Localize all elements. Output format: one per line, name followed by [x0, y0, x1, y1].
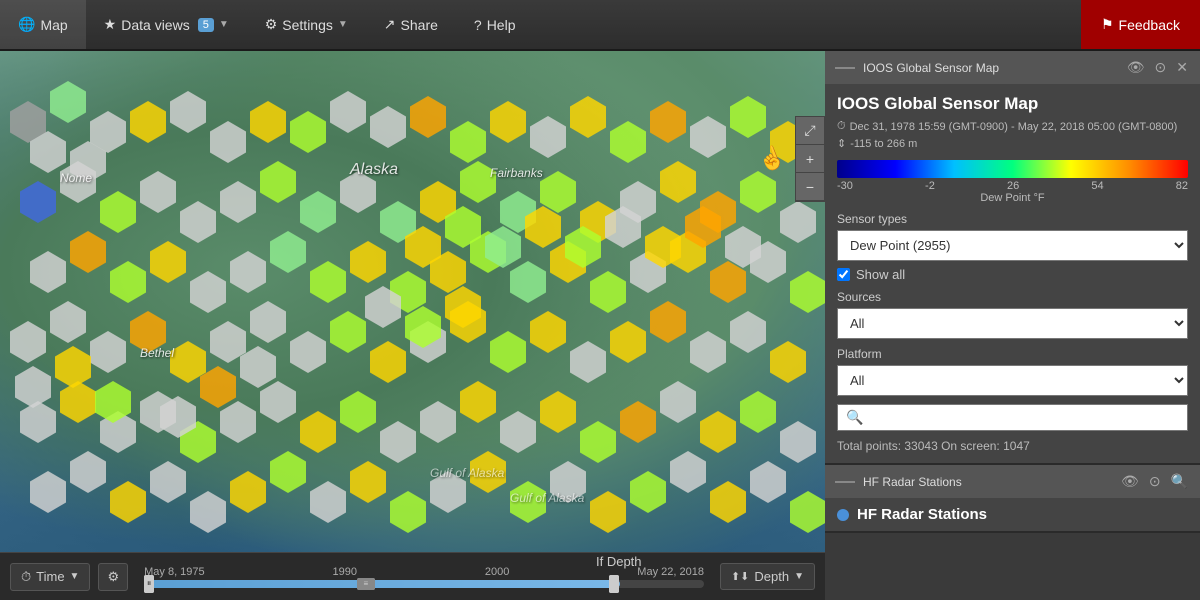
- time-button[interactable]: ⏱ Time ▼: [10, 563, 90, 591]
- eye-icon[interactable]: 👁: [1125, 59, 1147, 76]
- timeline-center-handle[interactable]: ≡: [357, 578, 375, 590]
- timeline-thumb-left[interactable]: ⏸: [144, 575, 154, 593]
- nav-data-views[interactable]: ★ Data views 5 ▼: [86, 0, 247, 49]
- scale-label-4: 82: [1176, 180, 1188, 192]
- clock-meta-icon: ⏱: [837, 120, 846, 133]
- timeline-control: May 8, 1975 1990 2000 May 22, 2018 ⏸ ≡: [144, 566, 704, 588]
- nav-share-label: Share: [401, 17, 438, 33]
- total-points: Total points: 33043 On screen: 1047: [837, 439, 1188, 453]
- right-panel: IOOS Global Sensor Map 👁 ⊙ ✕ IOOS Global…: [825, 51, 1200, 600]
- zoom-to-icon[interactable]: ⊙: [1153, 59, 1169, 76]
- timeline-mid2: 2000: [485, 566, 509, 578]
- scale-label-2: 26: [1007, 180, 1019, 192]
- range-icon: ⇕: [837, 137, 846, 150]
- data-views-badge: 5: [198, 18, 214, 32]
- ioos-date-range: ⏱ Dec 31, 1978 15:59 (GMT-0900) - May 22…: [837, 120, 1188, 133]
- ioos-layer-header[interactable]: IOOS Global Sensor Map 👁 ⊙ ✕: [825, 51, 1200, 84]
- search-bar[interactable]: 🔍: [837, 404, 1188, 431]
- search-input[interactable]: [869, 410, 1179, 425]
- settings-chevron: ▼: [338, 19, 348, 30]
- show-all-checkbox[interactable]: [837, 268, 850, 281]
- color-scale-title: Dew Point °F: [837, 192, 1188, 204]
- collapse-dash: [835, 67, 855, 69]
- nav-help[interactable]: ? Help: [456, 0, 534, 49]
- depth-icon: ⬆⬇: [731, 570, 749, 583]
- help-icon: ?: [474, 17, 482, 33]
- scale-label-1: -2: [925, 180, 935, 192]
- globe-icon: 🌐: [18, 16, 35, 33]
- hf-radar-card: HF Radar Stations 👁 ⊙ 🔍 HF Radar Station…: [825, 465, 1200, 533]
- search-icon: 🔍: [846, 409, 863, 426]
- map-background: [0, 51, 825, 600]
- timeline-thumb-right[interactable]: [609, 575, 619, 593]
- nav-map-label: Map: [40, 17, 67, 33]
- hf-dot: [837, 509, 849, 521]
- zoom-in-button[interactable]: +: [796, 145, 824, 173]
- expand-button[interactable]: ⤢: [796, 117, 824, 145]
- hf-eye-icon[interactable]: 👁: [1119, 473, 1141, 490]
- color-scale-labels: -30 -2 26 54 82: [837, 180, 1188, 192]
- ioos-header-label: IOOS Global Sensor Map: [863, 61, 1117, 75]
- share-icon: ↗: [384, 16, 396, 33]
- color-scale-bar: [837, 160, 1188, 178]
- flag-icon: ⚑: [1101, 16, 1114, 33]
- scale-label-3: 54: [1091, 180, 1103, 192]
- hf-header-label: HF Radar Stations: [863, 475, 1111, 489]
- nav-settings-label: Settings: [282, 17, 333, 33]
- show-all-checkbox-row: Show all: [837, 267, 1188, 282]
- timeline-labels: May 8, 1975 1990 2000 May 22, 2018: [144, 566, 704, 578]
- ioos-main-title: IOOS Global Sensor Map: [837, 94, 1188, 114]
- depth-chevron: ▼: [794, 571, 804, 582]
- depth-button[interactable]: ⬆⬇ Depth ▼: [720, 563, 815, 590]
- ioos-layer-body: IOOS Global Sensor Map ⏱ Dec 31, 1978 15…: [825, 84, 1200, 463]
- platform-select[interactable]: All: [837, 365, 1188, 396]
- hf-action-icons: 👁 ⊙ 🔍: [1119, 473, 1190, 490]
- map-container[interactable]: Alaska Fairbanks Nome Bethel Gulf of Ala…: [0, 51, 825, 600]
- nav-map[interactable]: 🌐 Map: [0, 0, 86, 49]
- nav-data-views-label: Data views: [121, 17, 189, 33]
- layer-action-icons: 👁 ⊙ ✕: [1125, 59, 1190, 76]
- top-navigation: 🌐 Map ★ Data views 5 ▼ ⚙ Settings ▼ ↗ Sh…: [0, 0, 1200, 51]
- bottom-toolbar: ⏱ Time ▼ ⚙ May 8, 1975 1990 2000 May 22,…: [0, 552, 825, 600]
- clock-icon: ⏱: [21, 569, 31, 585]
- time-label: Time: [36, 569, 64, 584]
- sensor-types-label: Sensor types: [837, 212, 1188, 226]
- nav-settings[interactable]: ⚙ Settings ▼: [247, 0, 366, 49]
- nav-share[interactable]: ↗ Share: [366, 0, 456, 49]
- nav-feedback-label: Feedback: [1119, 17, 1180, 33]
- map-zoom-controls: ⤢ + −: [795, 116, 825, 202]
- hf-radar-body: HF Radar Stations: [825, 498, 1200, 531]
- gear-icon: ⚙: [265, 16, 278, 33]
- hf-zoom-icon[interactable]: ⊙: [1147, 473, 1163, 490]
- ioos-layer-card: IOOS Global Sensor Map 👁 ⊙ ✕ IOOS Global…: [825, 51, 1200, 465]
- nav-feedback[interactable]: ⚑ Feedback: [1081, 0, 1200, 49]
- time-chevron: ▼: [70, 571, 80, 582]
- settings-gear-button[interactable]: ⚙: [98, 563, 128, 591]
- depth-label: Depth: [754, 569, 789, 584]
- zoom-out-button[interactable]: −: [796, 173, 824, 201]
- settings-gear-icon: ⚙: [107, 569, 119, 585]
- show-all-label[interactable]: Show all: [856, 267, 905, 282]
- timeline-mid1: 1990: [333, 566, 357, 578]
- star-icon: ★: [104, 16, 117, 33]
- ioos-depth-range: ⇕ -115 to 266 m: [837, 137, 1188, 150]
- sources-select[interactable]: All: [837, 308, 1188, 339]
- platform-label: Platform: [837, 347, 1188, 361]
- hf-collapse-dash: [835, 481, 855, 483]
- nav-help-label: Help: [487, 17, 516, 33]
- sensor-types-select[interactable]: Dew Point (2955): [837, 230, 1188, 261]
- timeline-track[interactable]: ⏸ ≡: [144, 580, 704, 588]
- data-views-chevron: ▼: [219, 19, 229, 30]
- hf-main-title: HF Radar Stations: [857, 506, 987, 523]
- sources-label: Sources: [837, 290, 1188, 304]
- hf-radar-header[interactable]: HF Radar Stations 👁 ⊙ 🔍: [825, 465, 1200, 498]
- timeline-fill: [144, 580, 620, 588]
- timeline-end: May 22, 2018: [637, 566, 704, 578]
- hf-search-icon[interactable]: 🔍: [1169, 473, 1190, 490]
- scale-label-0: -30: [837, 180, 853, 192]
- close-layer-icon[interactable]: ✕: [1174, 59, 1190, 76]
- color-scale: -30 -2 26 54 82 Dew Point °F: [837, 160, 1188, 204]
